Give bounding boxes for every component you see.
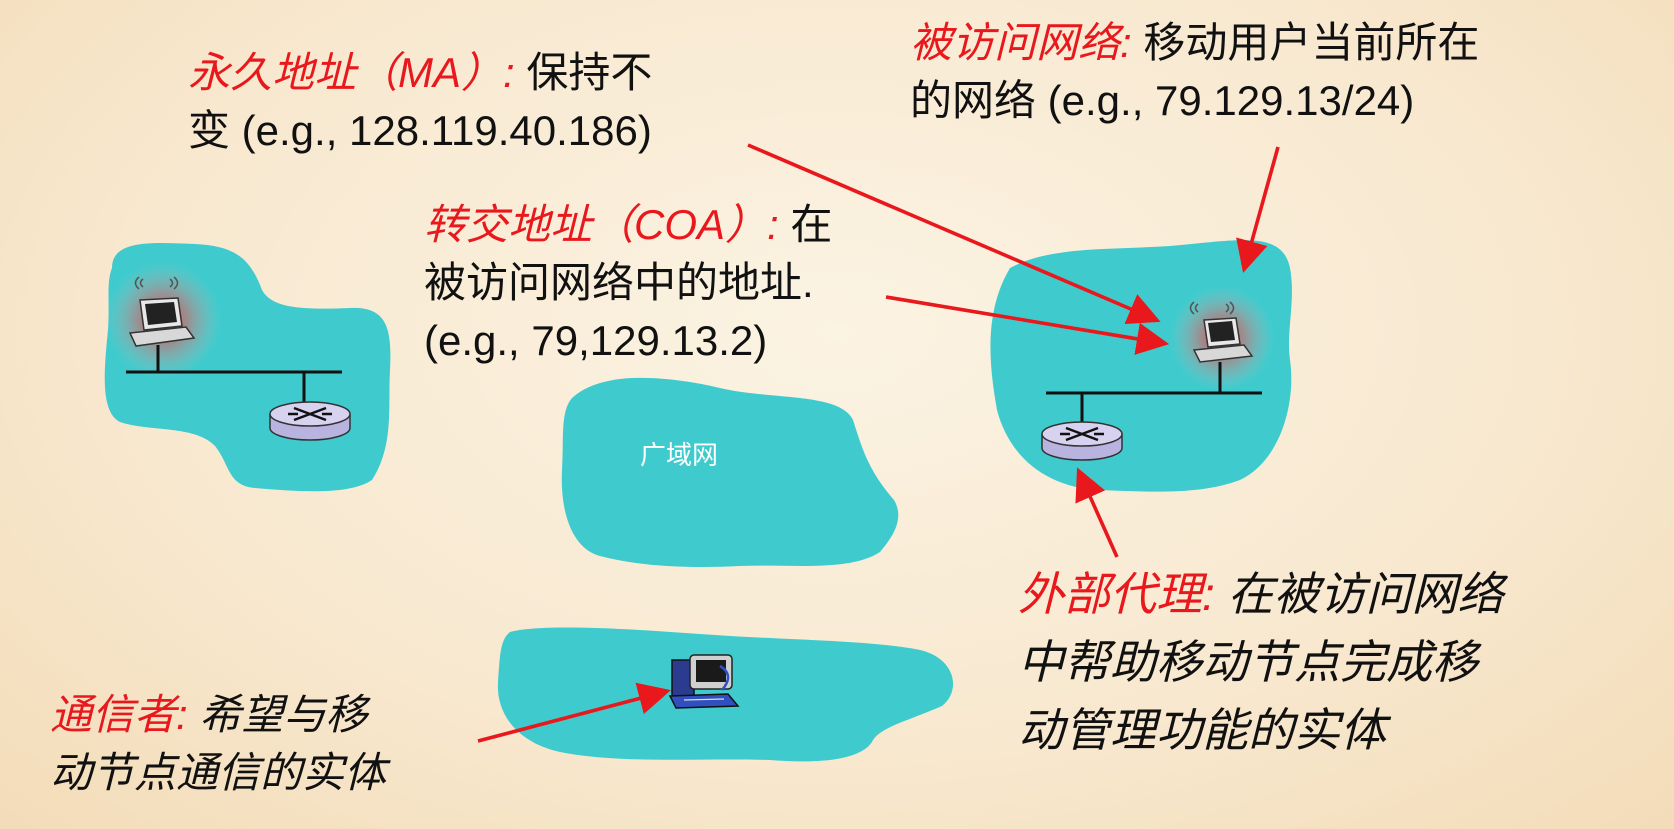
- router-icon: [1041, 421, 1123, 461]
- foreign-agent-label: 外部代理: 在被访问网络 中帮助移动节点完成移 动管理功能的实体: [1018, 560, 1504, 764]
- correspondent-text-line2: 动节点通信的实体: [50, 749, 387, 796]
- wan-cloud: [561, 377, 899, 567]
- coa-text-line3: (e.g., 79,129.13.2): [424, 317, 768, 364]
- visited-network-text-line1: 移动用户当前所在: [1131, 19, 1480, 66]
- visited-network-text-line2: 的网络 (e.g., 79.129.13/24): [910, 77, 1415, 124]
- desktop-computer-icon: [668, 654, 740, 709]
- correspondent-text-line1: 希望与移: [187, 691, 368, 738]
- visited-network-label: 被访问网络: 移动用户当前所在 的网络 (e.g., 79.129.13/24): [910, 14, 1479, 130]
- correspondent-term: 通信者:: [50, 691, 188, 738]
- ma-term: 永久地址（MA）:: [188, 49, 515, 96]
- wan-label: 广域网: [640, 441, 719, 471]
- coa-text-line1: 在: [778, 201, 833, 248]
- router-icon: [269, 401, 351, 441]
- correspondent-label: 通信者: 希望与移 动节点通信的实体: [50, 686, 386, 802]
- coa-term: 转交地址（COA）:: [424, 201, 779, 248]
- ma-text-line2: 变 (e.g., 128.119.40.186): [188, 107, 652, 154]
- coa-label: 转交地址（COA）: 在 被访问网络中的地址. (e.g., 79,129.13…: [424, 196, 832, 370]
- visited-network-term: 被访问网络:: [910, 19, 1132, 66]
- ma-label: 永久地址（MA）: 保持不 变 (e.g., 128.119.40.186): [188, 44, 652, 160]
- foreign-agent-text-line1: 在被访问网络: [1214, 568, 1504, 620]
- coa-text-line2: 被访问网络中的地址.: [424, 259, 814, 306]
- ma-text-line1: 保持不: [514, 49, 653, 96]
- foreign-agent-text-line2: 中帮助移动节点完成移: [1018, 636, 1478, 688]
- foreign-agent-text-line3: 动管理功能的实体: [1018, 704, 1386, 756]
- foreign-agent-term: 外部代理:: [1018, 568, 1215, 620]
